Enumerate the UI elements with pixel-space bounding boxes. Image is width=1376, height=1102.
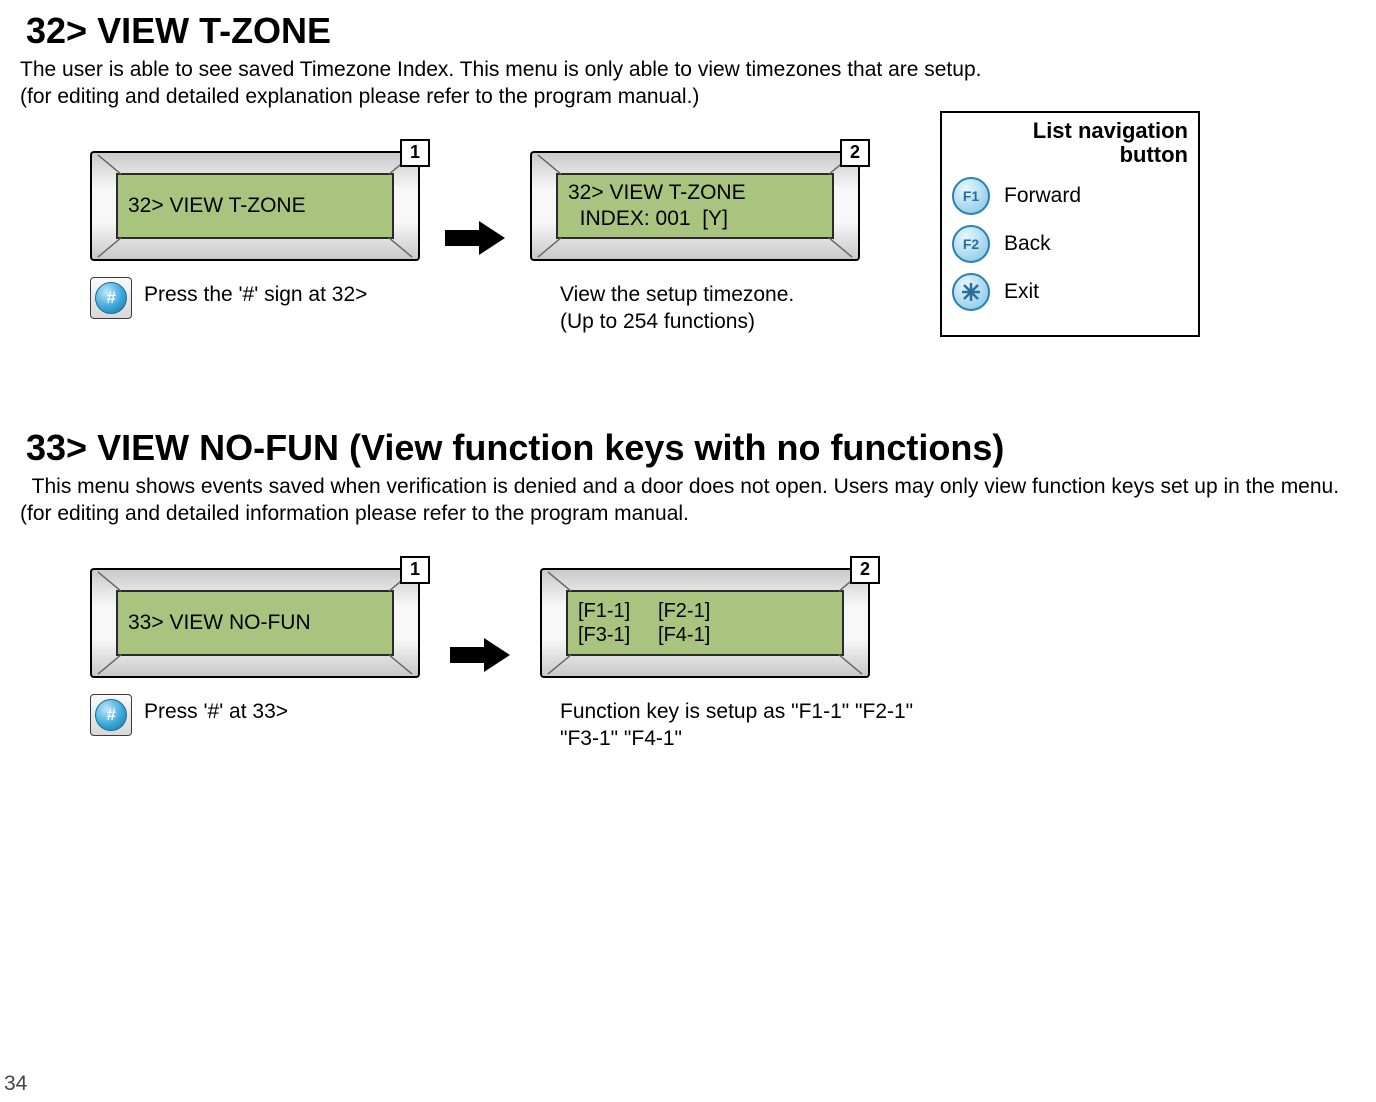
- step-caption: Press the '#' sign at 32>: [144, 277, 367, 308]
- step-caption: Function key is setup as "F1-1" "F2-1" "…: [560, 694, 920, 753]
- f2-key-icon: F2: [952, 225, 990, 263]
- hash-key-icon: #: [90, 694, 132, 736]
- lcd-display-33-step1: 33> VIEW NO-FUN 1: [90, 568, 420, 678]
- nav-label: Back: [1004, 232, 1051, 256]
- step-caption: Press '#' at 33>: [144, 694, 288, 725]
- title-line: button: [1120, 142, 1188, 167]
- step-caption: View the setup timezone. (Up to 254 func…: [560, 277, 794, 336]
- nav-label: Exit: [1004, 280, 1039, 304]
- section-33-description: This menu shows events saved when verifi…: [20, 473, 1356, 528]
- step-badge: 2: [840, 139, 870, 167]
- section-32-heading: 32> VIEW T-ZONE: [26, 10, 1356, 52]
- desc-line: The user is able to see saved Timezone I…: [20, 58, 981, 81]
- lcd-display-32-step2: 32> VIEW T-ZONE INDEX: 001 [Y] 2: [530, 151, 860, 261]
- caption-line: (Up to 254 functions): [560, 310, 755, 333]
- arrow-right-icon: [450, 638, 510, 672]
- lcd-display-32-step1: 32> VIEW T-ZONE 1: [90, 151, 420, 261]
- step-badge: 1: [400, 139, 430, 167]
- nav-label: Forward: [1004, 184, 1081, 208]
- hash-key-icon: #: [90, 277, 132, 319]
- caption-line: View the setup timezone.: [560, 283, 794, 306]
- exit-key-icon: [952, 273, 990, 311]
- page-number: 34: [4, 1072, 27, 1096]
- step-badge: 1: [400, 556, 430, 584]
- section-32-description: The user is able to see saved Timezone I…: [20, 56, 1356, 111]
- title-line: List navigation: [1033, 118, 1188, 143]
- nav-box-title: List navigation button: [952, 119, 1188, 167]
- section-33-heading: 33> VIEW NO-FUN (View function keys with…: [26, 427, 1356, 469]
- f1-key-icon: F1: [952, 177, 990, 215]
- step-badge: 2: [850, 556, 880, 584]
- list-navigation-box: List navigation button F1 Forward F2 Bac…: [940, 111, 1200, 337]
- desc-line: (for editing and detailed explanation pl…: [20, 85, 699, 108]
- lcd-display-33-step2: [F1-1] [F2-1] [F3-1] [F4-1] 2: [540, 568, 870, 678]
- arrow-right-icon: [445, 221, 505, 255]
